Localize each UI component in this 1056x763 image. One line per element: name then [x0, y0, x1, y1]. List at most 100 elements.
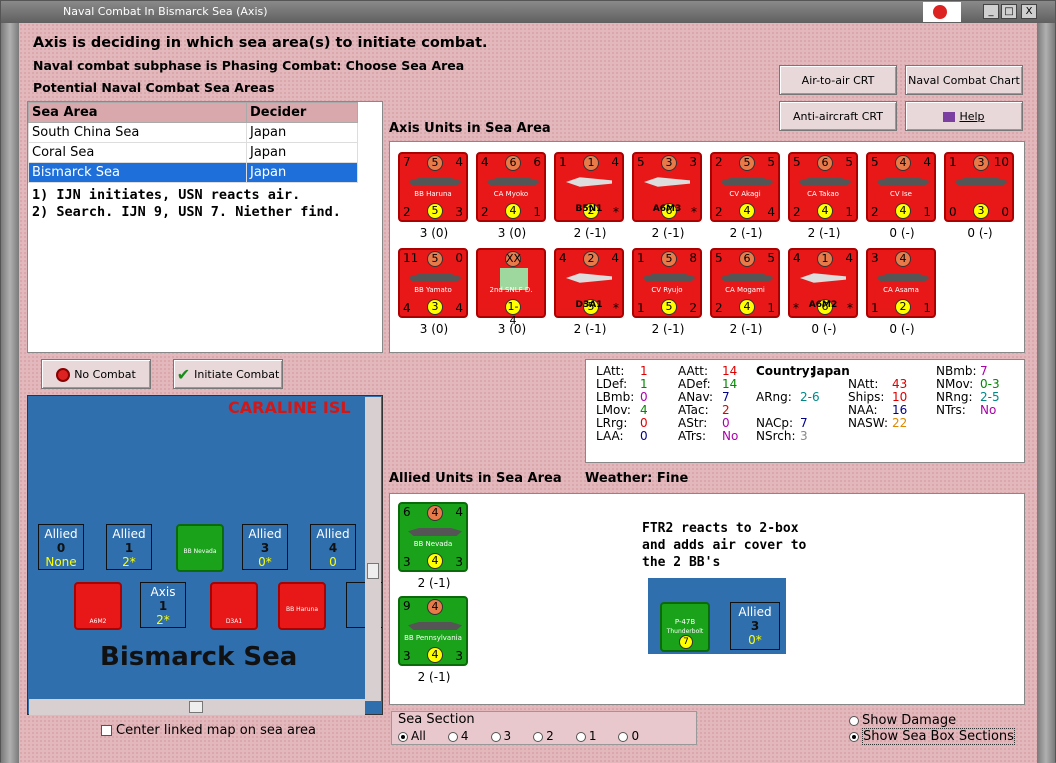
axis-unit-strength-label: 2 (-1)	[807, 226, 841, 240]
axis-unit-counter[interactable]: 5 5 2 1 6 4 CA Takao	[788, 152, 858, 222]
sea-section-option[interactable]: All	[398, 729, 426, 743]
sea-section-option[interactable]: 1	[575, 729, 596, 743]
allied-box-0[interactable]: Allied 0 None	[38, 524, 84, 570]
stat-label-anav: ANav:	[678, 390, 714, 404]
axis-unit-counter[interactable]: 2 5 2 4 5 4 CV Akagi	[710, 152, 780, 222]
table-row-selected[interactable]: Bismarck Sea Japan	[28, 162, 358, 183]
axis-unit-counter[interactable]: XX 1-4 2nd SNLF D.	[476, 248, 546, 327]
axis-unit-counter[interactable]: 11 0 4 4 5 3 BB Yamato	[398, 248, 468, 318]
naval-combat-chart-button[interactable]: Naval Combat Chart	[905, 65, 1023, 95]
stat-value-natt: 43	[892, 377, 908, 391]
allied-unit-counter[interactable]: 9 3 3 4 4 BB Pennsylvania	[398, 596, 468, 666]
counter-ctop-value: 4	[427, 599, 443, 615]
sea-area-cell: Coral Sea	[28, 142, 247, 163]
map-counter-d3a1[interactable]: D3A1	[210, 582, 258, 630]
axis-unit-counter[interactable]: 4 4 * * 1 6 A6M2	[788, 248, 858, 318]
allied-unit-counter[interactable]: 6 4 3 3 4 4 BB Nevada	[398, 502, 468, 572]
axis-box-1[interactable]: Axis 1 2*	[140, 582, 186, 628]
show-sea-box-radio[interactable]	[849, 731, 859, 742]
sea-section-option-label: 2	[546, 729, 554, 743]
axis-unit-counter[interactable]: 4 6 2 1 6 4 CA Myoko	[476, 152, 546, 222]
sea-section-option-label: 3	[503, 729, 512, 743]
sea-map[interactable]: CARALINE ISL Bismarck Sea Allied 0 None Al…	[27, 395, 383, 715]
stat-value-atac: 2	[722, 403, 730, 417]
axis-unit-counter[interactable]: 7 4 2 3 5 5 BB Haruna	[398, 152, 468, 222]
help-button[interactable]: Help	[905, 101, 1023, 131]
stat-label-nsrch: NSrch:	[756, 429, 796, 443]
map-counter-a6m2[interactable]: A6M2	[74, 582, 122, 630]
counter-br-value: 1	[767, 301, 775, 315]
center-map-option[interactable]: Center linked map on sea area	[101, 723, 316, 738]
sea-section-option[interactable]: 3	[490, 729, 512, 743]
sea-section-radio[interactable]	[447, 731, 458, 742]
axis-unit-counter[interactable]: 3 1 1 4 2 CA Asama	[866, 248, 936, 318]
close-button[interactable]: X	[1021, 4, 1037, 19]
anti-aircraft-crt-button[interactable]: Anti-aircraft CRT	[779, 101, 897, 131]
maximize-button[interactable]: □	[1001, 4, 1017, 19]
note-line: 1) IJN initiates, USN reacts air.	[32, 187, 301, 203]
axis-unit-strength-label: 2 (-1)	[651, 322, 685, 336]
counter-bottom-value: 4	[895, 203, 911, 219]
counter-br-value: 4	[455, 301, 463, 315]
counter-top-value: 2	[583, 251, 599, 267]
initiate-combat-button[interactable]: ✔ Initiate Combat	[173, 359, 283, 389]
axis-unit-counter[interactable]: 5 4 2 1 4 4 CV Ise	[866, 152, 936, 222]
allied-box-3: Allied 3 0*	[730, 602, 780, 650]
table-row[interactable]: Coral Sea Japan	[28, 142, 358, 163]
counter-tl-value: 1	[949, 155, 957, 169]
counter-bl-value: 2	[481, 205, 489, 219]
axis-unit-counter[interactable]: 5 5 2 1 6 4 CA Mogami	[710, 248, 780, 318]
no-combat-button[interactable]: No Combat	[41, 359, 151, 389]
counter-name: CV Ryujo	[651, 286, 683, 294]
axis-unit-counter[interactable]: 4 4 * 2 5 D3A1	[554, 248, 624, 318]
map-counter-haruna[interactable]: BB Haruna	[278, 582, 326, 630]
counter-top-value: 5	[661, 251, 677, 267]
allied-box-1[interactable]: Allied 1 2*	[106, 524, 152, 570]
sea-section-radio[interactable]	[490, 731, 501, 742]
horizontal-scroll-thumb[interactable]	[189, 701, 203, 713]
sea-section-option[interactable]: 4	[447, 729, 469, 743]
map-vertical-scrollbar[interactable]	[365, 397, 381, 701]
box-title: Allied	[316, 527, 350, 541]
phase-title: Axis is deciding in which sea area(s) to…	[33, 35, 488, 51]
air-to-air-crt-button[interactable]: Air-to-air CRT	[779, 65, 897, 95]
sea-area-cell: South China Sea	[28, 122, 247, 143]
stat-value-ntrs: No	[980, 403, 997, 417]
sea-area-panel: Sea Area Decider South China Sea Japan Cor…	[27, 101, 383, 353]
map-counter-nevada[interactable]: BB Nevada	[176, 524, 224, 572]
axis-unit-counter[interactable]: 1 4 * 1 2 B5N1	[554, 152, 624, 222]
axis-units-heading: Axis Units in Sea Area	[389, 121, 551, 136]
show-damage-radio[interactable]	[849, 715, 859, 726]
box-number: 3	[750, 619, 760, 633]
center-map-checkbox[interactable]	[101, 725, 112, 736]
allied-box-3[interactable]: Allied 3 0*	[242, 524, 288, 570]
allied-box-4[interactable]: Allied 4 0	[310, 524, 356, 570]
counter-top-value: XX	[505, 251, 522, 267]
counter-name: BB Pennsylvania	[404, 634, 462, 642]
map-horizontal-scrollbar[interactable]	[29, 699, 365, 715]
sea-section-option[interactable]: 2	[533, 729, 554, 743]
counter-tl-value: 5	[637, 155, 645, 169]
sea-section-radio[interactable]	[398, 731, 408, 742]
initiate-combat-label: Initiate Combat	[194, 368, 280, 381]
counter-tr-value: 4	[845, 251, 853, 265]
minimize-button[interactable]: _	[983, 4, 999, 19]
counter-top-value: 4	[895, 155, 911, 171]
p47b-counter: P-47B Thunderbolt 7	[660, 602, 710, 652]
counter-bottom-value: 5	[427, 203, 443, 219]
show-damage-option[interactable]: Show Damage	[849, 713, 956, 728]
help-label: Help	[959, 110, 985, 123]
axis-unit-counter[interactable]: 1 10 0 0 3 3	[944, 152, 1014, 222]
box-title: Allied	[248, 527, 282, 541]
counter-top-value: 4	[895, 251, 911, 267]
vertical-scroll-thumb[interactable]	[367, 563, 379, 579]
show-sea-box-option[interactable]: Show Sea Box Sections	[849, 728, 1015, 745]
sea-section-option[interactable]: 0	[618, 729, 639, 743]
sea-section-radio[interactable]	[533, 731, 544, 742]
axis-unit-counter[interactable]: 5 3 * 3 6 A6M3	[632, 152, 702, 222]
warship-icon	[798, 178, 852, 186]
sea-section-radio[interactable]	[575, 731, 586, 742]
sea-section-radio[interactable]	[618, 731, 629, 742]
table-row[interactable]: South China Sea Japan	[28, 122, 358, 143]
axis-unit-counter[interactable]: 1 8 1 2 5 5 CV Ryujo	[632, 248, 702, 318]
